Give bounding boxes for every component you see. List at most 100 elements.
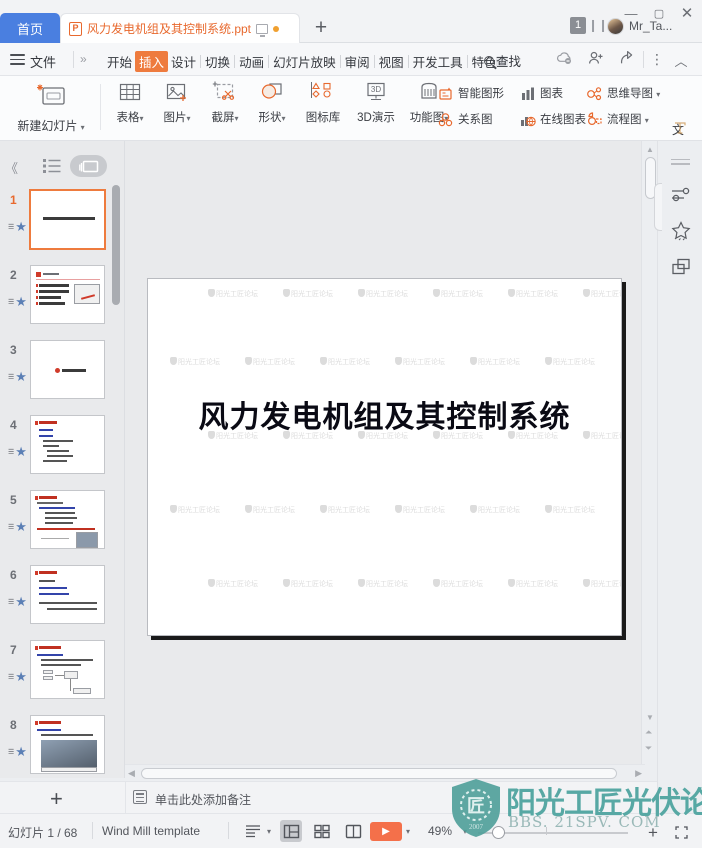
slide-thumbnail[interactable] [29,189,106,250]
list-item[interactable]: 5 ☰★ [0,483,112,558]
slide-thumbnail[interactable] [30,490,105,549]
slide-number: 3 [10,343,17,357]
slide-sorter-icon[interactable] [311,820,333,842]
tab-start[interactable]: 开始 [104,51,135,72]
editor-horizontal-scrollbar[interactable]: ◀ ▶ [125,764,645,781]
list-item[interactable]: 8 ☰★ [0,708,112,778]
list-item[interactable]: 2 ☰★ [0,258,112,333]
zoom-level-label[interactable]: 49% [428,824,452,838]
screenshot-button[interactable]: 截屏▾ [203,79,247,125]
add-slide-button[interactable]: + [50,786,63,812]
share-icon[interactable] [619,50,634,68]
relation-chart-button[interactable]: 关系图 [437,106,504,132]
collapse-panel-icon[interactable]: 《 [5,158,18,177]
template-name[interactable]: Wind Mill template [102,824,200,838]
slide-animation-star-icon[interactable]: ☰★ [8,669,27,685]
settings-sliders-icon[interactable] [669,183,693,207]
insert-shape-button[interactable]: 形状▾ [250,79,294,125]
zoom-caret-icon[interactable]: ▾ [463,827,467,836]
scroll-left-icon[interactable]: ◀ [128,768,135,779]
editor-vertical-scrollbar[interactable]: ▲ ▼ ⏶ ⏷ [641,141,657,764]
mindmap-button[interactable]: 思维导图 ▾ [586,80,660,106]
scroll-right-icon[interactable]: ▶ [635,768,642,779]
three-d-demo-button[interactable]: 3D 3D演示 [350,79,402,125]
layers-icon[interactable] [669,255,693,279]
new-slide-button[interactable]: 新建幻灯片 ▾ [8,79,94,137]
new-tab-button[interactable]: + [308,17,334,41]
insert-chart-button[interactable]: 图表 [519,80,586,106]
text-box-button[interactable]: 文 [672,120,688,138]
tab-transition[interactable]: 切换 [202,51,233,72]
list-item[interactable]: 1 ☰★ [0,183,112,258]
more-options-icon[interactable]: ⋮ [650,51,664,68]
cloud-icon[interactable] [556,51,573,68]
home-tab[interactable]: 首页 [0,13,60,43]
icon-library-button[interactable]: 图标库 [298,79,348,125]
scroll-up-icon[interactable]: ▲ [646,145,654,154]
slide-panel-scrollbar[interactable] [112,185,120,305]
close-button[interactable]: ✕ [676,4,698,24]
hscrollbar-thumb[interactable] [141,768,617,779]
online-chart-button[interactable]: 在线图表 [519,106,586,132]
slide-animation-star-icon[interactable]: ☰★ [8,219,27,235]
tab-view[interactable]: 视图 [376,51,407,72]
tab-list-icon[interactable]: ❙❙ [588,17,608,34]
insert-table-button[interactable]: 表格▾ [108,79,152,125]
maximize-button[interactable]: ▢ [648,4,670,24]
rail-drag-handle[interactable] [654,183,662,231]
tab-developer[interactable]: 开发工具 [410,51,466,72]
ribbon-scroll-left-icon[interactable]: » [80,52,87,66]
slideshow-caret-icon[interactable]: ▾ [406,827,410,836]
next-slide-icon[interactable]: ⏷ [645,743,652,754]
presentation-monitor-icon[interactable] [256,23,269,37]
collapse-ribbon-icon[interactable]: ︿ [672,51,690,70]
document-tab[interactable]: P 风力发电机组及其控制系统.ppt [60,13,300,43]
slide-title-text[interactable]: 风力发电机组及其控制系统 [148,392,621,436]
notes-placeholder[interactable]: 单击此处添加备注 [155,791,251,808]
list-item[interactable]: 3 ☰★ [0,333,112,408]
slide-thumbnail[interactable] [30,640,105,699]
thumbnail-view-icon[interactable] [70,155,107,177]
slide-animation-star-icon[interactable]: ☰★ [8,594,27,610]
align-caret-icon[interactable]: ▾ [267,827,271,836]
hamburger-menu-icon[interactable] [10,51,25,67]
star-effects-icon[interactable] [669,219,693,243]
insert-picture-button[interactable]: 图片▾ [155,79,199,125]
list-item[interactable]: 4 ☰★ [0,408,112,483]
slide-animation-star-icon[interactable]: ☰★ [8,444,27,460]
tab-slideshow[interactable]: 幻灯片放映 [270,51,339,72]
minimize-button[interactable]: — [620,4,642,24]
zoom-slider-handle[interactable] [492,826,505,839]
slide-animation-star-icon[interactable]: ☰★ [8,519,27,535]
slide-animation-star-icon[interactable]: ☰★ [8,294,27,310]
start-slideshow-button[interactable]: ▶ [370,822,402,841]
slide-thumbnail[interactable] [30,265,105,324]
smart-graphic-button[interactable]: 智能图形 [437,80,504,106]
tab-design[interactable]: 设计 [168,51,199,72]
slide-thumbnail[interactable] [30,415,105,474]
flowchart-button[interactable]: 流程图 ▾ [586,106,660,132]
list-item[interactable]: 6 ☰★ [0,558,112,633]
slide-animation-star-icon[interactable]: ☰★ [8,369,27,385]
outline-view-icon[interactable] [42,157,62,175]
scroll-down-icon[interactable]: ▼ [646,713,654,722]
previous-slide-icon[interactable]: ⏶ [645,727,652,738]
reading-view-icon[interactable] [342,820,364,842]
active-slide-canvas[interactable]: 阳光工匠论坛 阳光工匠论坛 阳光工匠论坛 阳光工匠论坛 阳光工匠论坛 阳光工匠论… [147,278,622,636]
slide-thumbnail[interactable] [30,565,105,624]
slide-animation-star-icon[interactable]: ☰★ [8,744,27,760]
tab-count-badge[interactable]: 1 [570,17,586,34]
add-user-icon[interactable] [588,51,604,68]
tab-animation[interactable]: 动画 [236,51,267,72]
zoom-in-button[interactable]: + [648,823,658,843]
find-button[interactable]: 查找 [484,51,521,70]
file-menu-button[interactable]: 文件 [30,52,56,71]
list-item[interactable]: 7 ☰★ [0,633,112,708]
fit-to-window-icon[interactable] [675,826,688,839]
slide-thumbnail[interactable] [30,715,105,774]
normal-view-icon[interactable] [280,820,303,842]
tab-review[interactable]: 审阅 [342,51,373,72]
tab-insert[interactable]: 插入 [135,51,169,72]
slide-thumbnail[interactable] [30,340,105,399]
text-align-icon[interactable] [243,820,265,842]
